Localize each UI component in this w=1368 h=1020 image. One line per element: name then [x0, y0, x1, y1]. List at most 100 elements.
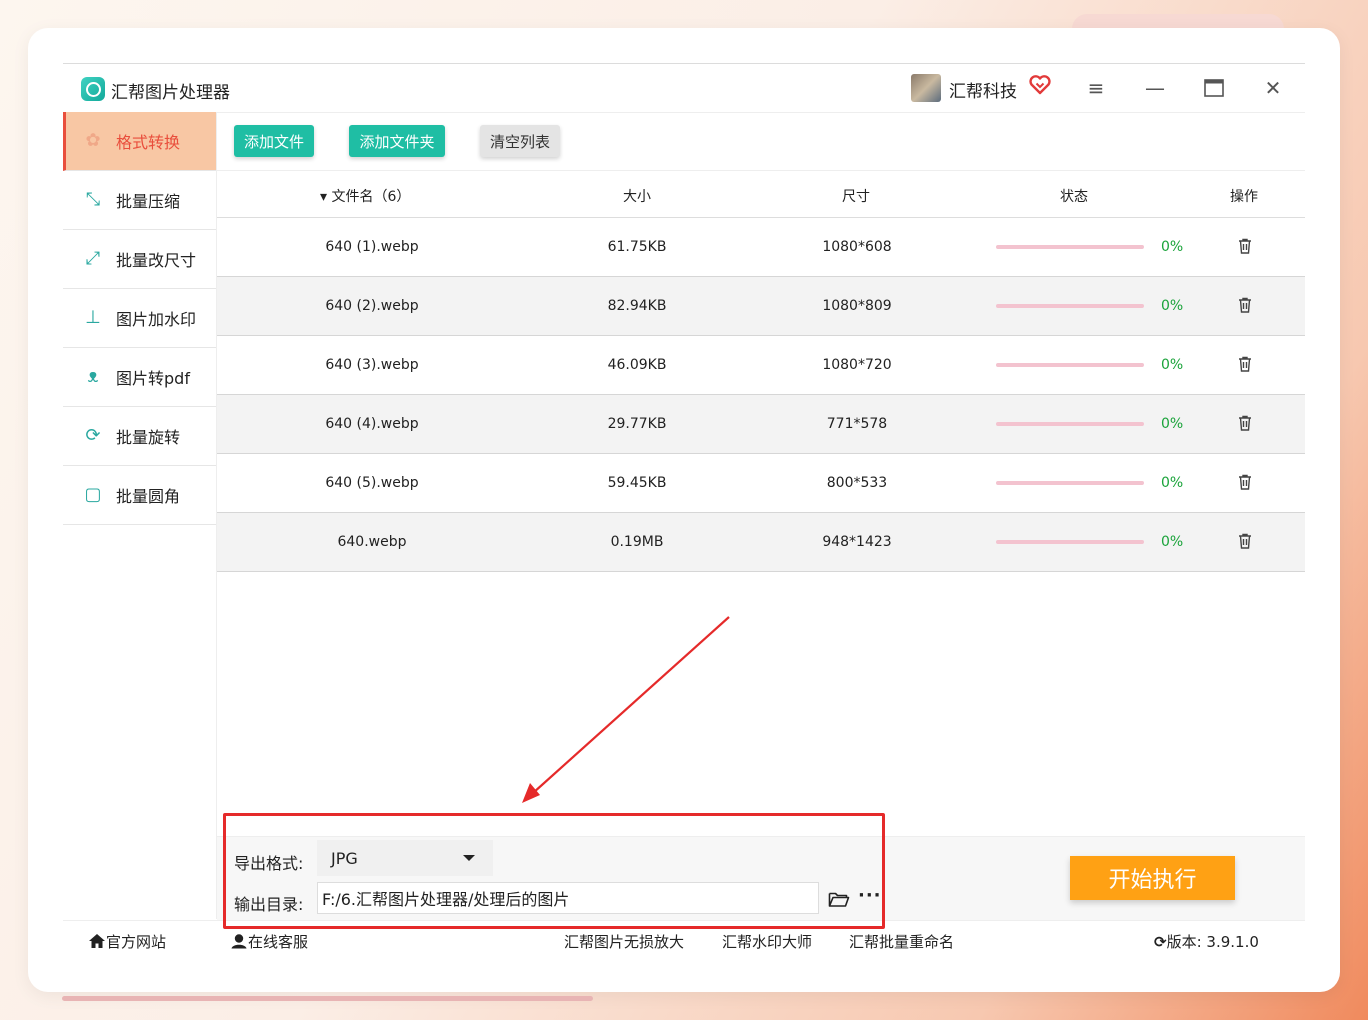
file-table-body: 640 (1).webp 61.75KB 1080*608 0% 640 (2)… [217, 218, 1305, 572]
sidebar-item-label: 批量改尺寸 [116, 251, 197, 270]
footer-support-label: 在线客服 [248, 933, 309, 951]
resize-icon: ⤢ [85, 248, 101, 269]
app-title: 汇帮图片处理器 [111, 83, 230, 103]
more-options-icon[interactable]: ··· [858, 885, 882, 906]
sidebar-item-round-corner[interactable]: ▢ 批量圆角 [63, 466, 216, 525]
sidebar: ✿ 格式转换 ⤡ 批量压缩 ⤢ 批量改尺寸 ⊥ 图片加水印 ᴥ 图片转pdf ⟳… [63, 112, 217, 919]
table-row[interactable]: 640 (2).webp 82.94KB 1080*809 0% [217, 277, 1305, 336]
vip-heart-icon[interactable] [1029, 74, 1051, 100]
table-row[interactable]: 640 (4).webp 29.77KB 771*578 0% [217, 395, 1305, 454]
table-row[interactable]: 640 (1).webp 61.75KB 1080*608 0% [217, 218, 1305, 277]
export-format-select[interactable]: JPG [317, 840, 493, 876]
minimize-icon[interactable]: — [1135, 72, 1175, 104]
file-name: 640 (2).webp [325, 298, 419, 314]
progress-bar [996, 481, 1144, 485]
trash-icon[interactable] [1236, 532, 1254, 550]
table-row[interactable]: 640 (5).webp 59.45KB 800*533 0% [217, 454, 1305, 513]
sidebar-item-watermark[interactable]: ⊥ 图片加水印 [63, 289, 216, 348]
file-dimensions: 1080*608 [822, 239, 892, 255]
sidebar-item-label: 图片转pdf [116, 369, 190, 388]
trash-icon[interactable] [1236, 237, 1254, 255]
file-size: 46.09KB [607, 357, 667, 373]
header-action: 操作 [1230, 189, 1258, 205]
table-row[interactable]: 640 (3).webp 46.09KB 1080*720 0% [217, 336, 1305, 395]
progress-bar [996, 245, 1144, 249]
chevron-down-icon [463, 855, 475, 861]
trash-icon[interactable] [1236, 473, 1254, 491]
progress-bar [996, 363, 1144, 367]
progress-percent: 0% [1161, 534, 1184, 550]
file-dimensions: 948*1423 [822, 534, 892, 550]
scroll-hint [62, 996, 593, 1001]
footer-link-upscale[interactable]: 汇帮图片无损放大 [564, 931, 684, 952]
maximize-icon[interactable] [1194, 72, 1234, 104]
sidebar-item-rotate[interactable]: ⟳ 批量旋转 [63, 407, 216, 466]
trash-icon[interactable] [1236, 414, 1254, 432]
output-dir-input[interactable] [317, 882, 819, 914]
progress-percent: 0% [1161, 239, 1184, 255]
footer-version[interactable]: ⟳版本: 3.9.1.0 [1154, 931, 1259, 952]
table-row[interactable]: 640.webp 0.19MB 948*1423 0% [217, 513, 1305, 572]
title-bar: 汇帮图片处理器 汇帮科技 ≡ — ✕ [63, 64, 1305, 113]
toolbar: 添加文件 添加文件夹 清空列表 [217, 112, 1305, 171]
home-icon [89, 934, 105, 948]
file-dimensions: 1080*720 [822, 357, 892, 373]
start-button[interactable]: 开始执行 [1070, 856, 1235, 900]
version-label: 版本: 3.9.1.0 [1166, 933, 1259, 951]
trash-icon[interactable] [1236, 355, 1254, 373]
menu-icon[interactable]: ≡ [1076, 72, 1116, 104]
sidebar-item-label: 批量压缩 [116, 192, 181, 211]
progress-percent: 0% [1161, 298, 1184, 314]
file-size: 29.77KB [607, 416, 667, 432]
sidebar-item-resize[interactable]: ⤢ 批量改尺寸 [63, 230, 216, 289]
sidebar-item-compress[interactable]: ⤡ 批量压缩 [63, 171, 216, 230]
round-corner-icon: ▢ [84, 484, 102, 505]
sidebar-item-pdf[interactable]: ᴥ 图片转pdf [63, 348, 216, 407]
clear-list-button[interactable]: 清空列表 [480, 125, 560, 157]
header-filename[interactable]: ▾ 文件名（6） [320, 186, 410, 206]
table-header: ▾ 文件名（6） 大小 尺寸 状态 操作 [217, 171, 1305, 218]
add-file-button[interactable]: 添加文件 [234, 125, 314, 157]
close-icon[interactable]: ✕ [1253, 72, 1293, 104]
trash-icon[interactable] [1236, 296, 1254, 314]
file-dimensions: 1080*809 [822, 298, 892, 314]
rotate-icon: ⟳ [85, 425, 101, 446]
footer-bar: 官方网站 在线客服 汇帮图片无损放大 汇帮水印大师 汇帮批量重命名 ⟳版本: 3… [63, 920, 1305, 960]
file-size: 0.19MB [610, 534, 664, 550]
format-convert-icon: ✿ [85, 130, 101, 151]
output-dir-label: 输出目录: [234, 895, 304, 914]
app-window: 汇帮图片处理器 汇帮科技 ≡ — ✕ ✿ 格式转换 ⤡ 批量压缩 ⤢ 批量改尺寸… [63, 63, 1305, 960]
export-format-value: JPG [331, 849, 358, 868]
file-size: 82.94KB [607, 298, 667, 314]
user-name[interactable]: 汇帮科技 [949, 77, 1017, 102]
file-name: 640 (4).webp [325, 416, 419, 432]
sidebar-item-label: 批量圆角 [116, 487, 181, 506]
user-avatar[interactable] [911, 74, 941, 102]
folder-open-icon[interactable] [828, 889, 850, 909]
file-size: 59.45KB [607, 475, 667, 491]
sidebar-item-label: 批量旋转 [116, 428, 181, 447]
file-dimensions: 800*533 [826, 475, 888, 491]
file-name: 640 (1).webp [325, 239, 419, 255]
header-status: 状态 [1060, 189, 1088, 205]
pdf-icon: ᴥ [87, 366, 99, 387]
sidebar-item-format-convert[interactable]: ✿ 格式转换 [63, 112, 216, 171]
file-name: 640 (3).webp [325, 357, 419, 373]
progress-percent: 0% [1161, 357, 1184, 373]
add-folder-button[interactable]: 添加文件夹 [349, 125, 445, 157]
progress-bar [996, 540, 1144, 544]
file-size: 61.75KB [607, 239, 667, 255]
footer-website-link[interactable]: 官方网站 [88, 931, 166, 952]
file-dimensions: 771*578 [826, 416, 888, 432]
compress-icon: ⤡ [85, 189, 101, 210]
file-name: 640 (5).webp [325, 475, 419, 491]
footer-link-rename[interactable]: 汇帮批量重命名 [849, 931, 954, 952]
header-dimensions: 尺寸 [842, 189, 870, 205]
sidebar-item-label: 格式转换 [116, 133, 181, 152]
progress-bar [996, 422, 1144, 426]
footer-support-link[interactable]: 在线客服 [230, 931, 308, 952]
footer-link-watermark[interactable]: 汇帮水印大师 [722, 931, 812, 952]
support-icon [231, 934, 247, 949]
app-logo-icon [81, 77, 105, 101]
watermark-icon: ⊥ [85, 307, 101, 328]
